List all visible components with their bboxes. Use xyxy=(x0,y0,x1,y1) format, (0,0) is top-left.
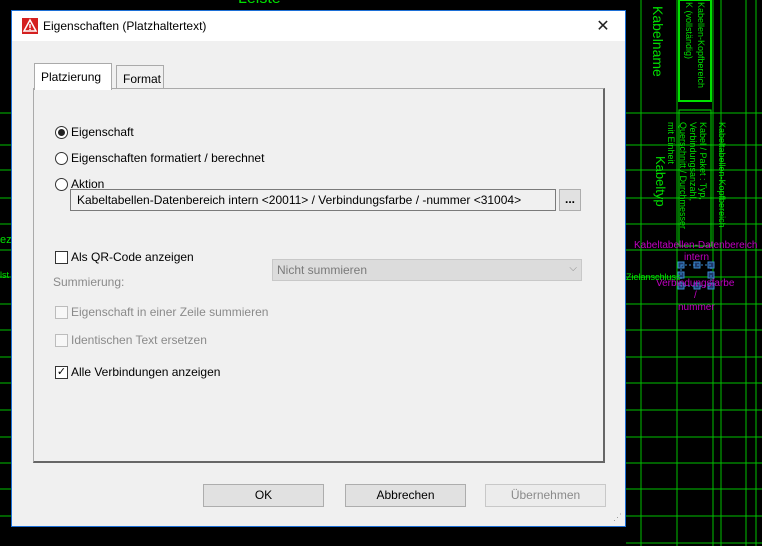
radio-formatiert-label: Eigenschaften formatiert / berechnet xyxy=(71,151,265,165)
alle-verbindungen-checkbox-box[interactable]: ✓ xyxy=(55,365,68,379)
radio-formatiert[interactable]: Eigenschaften formatiert / berechnet xyxy=(55,151,264,165)
cad-label-intern: intern xyxy=(684,252,710,263)
dialog-title: Eigenschaften (Platzhaltertext) xyxy=(43,19,207,33)
summierung-value: Nicht summieren xyxy=(277,263,368,277)
cad-label-verbindungsanzahl: Verbindungsanzahl, xyxy=(688,122,698,202)
tab-panel-platzierung: Eigenschaft Eigenschaften formatiert / b… xyxy=(33,88,605,463)
qr-code-checkbox[interactable]: Als QR-Code anzeigen xyxy=(55,250,194,264)
cad-label-top: Leiste xyxy=(238,0,281,8)
tab-platzierung[interactable]: Platzierung xyxy=(34,63,112,90)
tab-format[interactable]: Format xyxy=(116,65,164,89)
cad-label-kabelname: Kabelname xyxy=(650,6,666,77)
cad-label-nummer: nummer xyxy=(678,302,715,313)
cad-label-datenbereich: Kabeltabellen-Datenbereich xyxy=(634,240,758,251)
radio-eigenschaft[interactable]: Eigenschaft xyxy=(55,125,134,139)
checkmark-icon: ✓ xyxy=(56,365,67,378)
identisch-checkbox[interactable]: Identischen Text ersetzen xyxy=(55,333,207,347)
identisch-checkbox-box[interactable] xyxy=(55,333,68,347)
resize-grip-icon[interactable]: ⋰ xyxy=(613,512,622,523)
cad-label-kopfbereich-right: Kabeltabellen-Kopfbereich xyxy=(717,122,727,228)
radio-formatiert-indicator[interactable] xyxy=(55,151,68,165)
ok-button[interactable]: OK xyxy=(203,484,324,507)
qr-code-label: Als QR-Code anzeigen xyxy=(71,250,194,264)
close-button[interactable]: ✕ xyxy=(581,11,625,41)
radio-aktion-indicator[interactable] xyxy=(55,177,68,191)
alle-verbindungen-checkbox[interactable]: ✓ Alle Verbindungen anzeigen xyxy=(55,365,220,379)
warning-triangle-icon xyxy=(22,18,38,34)
alle-verbindungen-label: Alle Verbindungen anzeigen xyxy=(71,365,221,379)
close-icon: ✕ xyxy=(596,18,610,35)
summierung-select[interactable]: Nicht summieren ⌵ xyxy=(272,259,582,281)
cad-label-kopfbereich-vertical: Kabellen-Kopfbereich xyxy=(696,2,706,89)
tab-platzierung-label: Platzierung xyxy=(41,70,102,84)
cad-label-querschnitt: Querschnitt / Durchmesser xyxy=(678,122,688,230)
radio-eigenschaft-label: Eigenschaft xyxy=(71,125,134,139)
tab-format-label: Format xyxy=(123,72,162,86)
cad-label-zielanschluss: Zielanschluss xyxy=(626,272,681,282)
cad-label-vollstaendig: K (vollständig) xyxy=(684,2,694,60)
cad-label-slash: / xyxy=(694,290,697,301)
property-path-field[interactable]: Kabeltabellen-Datenbereich intern <20011… xyxy=(70,189,556,211)
cad-label-left-ez: ez xyxy=(0,234,12,246)
summierung-label-text: Summierung: xyxy=(53,275,125,289)
cad-label-mit-einheit: mit Einheit xyxy=(666,122,676,165)
cad-label-left-st: lst xyxy=(0,270,9,280)
cad-label-kabel-paket: Kabel / Paket : Typ, xyxy=(698,122,708,200)
chevron-down-icon: ⌵ xyxy=(569,263,577,274)
eine-zeile-checkbox[interactable]: Eigenschaft in einer Zeile summieren xyxy=(55,305,268,319)
properties-dialog: Eigenschaften (Platzhaltertext) ✕ Platzi… xyxy=(11,10,626,527)
identisch-label: Identischen Text ersetzen xyxy=(71,333,207,347)
radio-eigenschaft-indicator[interactable] xyxy=(55,125,68,139)
apply-button[interactable]: Übernehmen xyxy=(485,484,606,507)
browse-button[interactable]: ... xyxy=(559,189,581,211)
eine-zeile-checkbox-box[interactable] xyxy=(55,305,68,319)
qr-code-checkbox-box[interactable] xyxy=(55,250,68,264)
summierung-label: Summierung: xyxy=(53,275,124,289)
title-bar[interactable]: Eigenschaften (Platzhaltertext) ✕ xyxy=(12,11,625,41)
eine-zeile-label: Eigenschaft in einer Zeile summieren xyxy=(71,305,269,319)
cancel-button[interactable]: Abbrechen xyxy=(345,484,466,507)
